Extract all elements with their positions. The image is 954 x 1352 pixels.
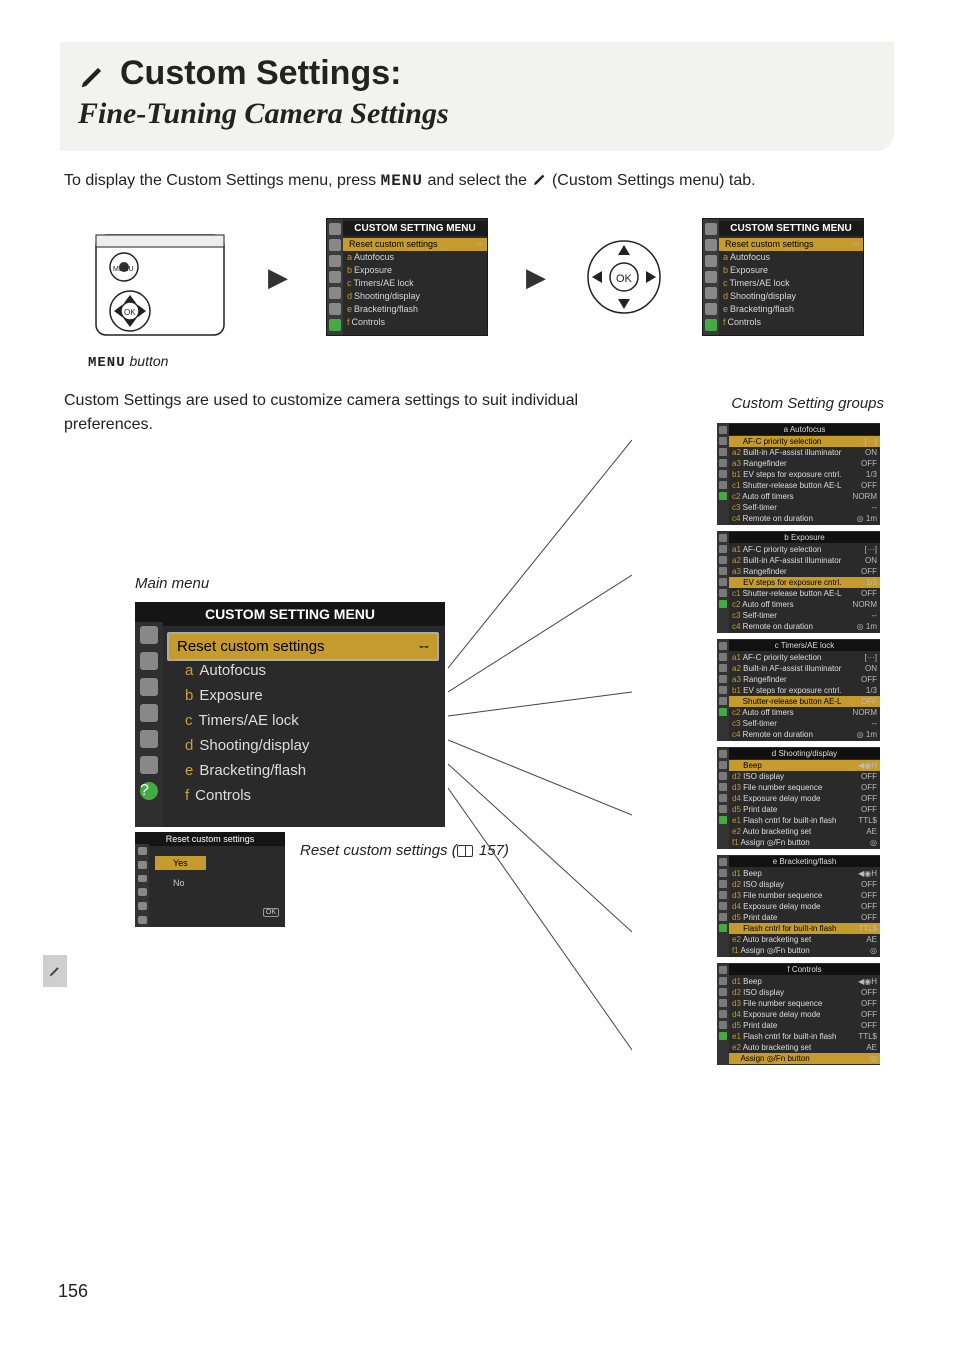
- connector-lines: [448, 430, 632, 1150]
- reset-no: No: [155, 876, 203, 890]
- reset-caption: Reset custom settings ( 157): [300, 842, 509, 859]
- arrow-icon: ▶: [526, 262, 546, 293]
- menu-key-label: MENU: [381, 172, 423, 190]
- page-number: 156: [58, 1281, 88, 1302]
- reset-yes: Yes: [155, 856, 206, 870]
- svg-text:OK: OK: [616, 273, 633, 285]
- settings-group-panel: c Timers/AE locka1 AF-C priority selecti…: [717, 639, 880, 741]
- reset-dialog: Reset custom settings Yes No OK: [135, 832, 285, 927]
- lcd-custom-menu-1: CUSTOM SETTING MENU Reset custom setting…: [326, 218, 488, 336]
- page-side-tab: [43, 955, 67, 987]
- svg-text:OK: OK: [124, 308, 136, 317]
- book-icon: [457, 845, 473, 857]
- title-block: Custom Settings: Fine-Tuning Camera Sett…: [60, 42, 894, 151]
- pencil-icon: [532, 171, 548, 187]
- settings-group-panel: a Autofocusa1 AF-C priority selection[··…: [717, 423, 880, 525]
- arrow-icon: ▶: [268, 262, 288, 293]
- camera-back-illustration: MENU OK: [90, 207, 230, 347]
- intro-text: To display the Custom Settings menu, pre…: [64, 169, 890, 193]
- settings-group-panel: e Bracketing/flashd1 Beep◀◉Hd2 ISO displ…: [717, 855, 880, 957]
- figure-row: MENU OK ▶ CUSTOM SETTING MENU Reset cust…: [90, 207, 864, 347]
- settings-group-column: a Autofocusa1 AF-C priority selection[··…: [717, 423, 880, 1071]
- main-menu-label: Main menu: [135, 575, 209, 592]
- main-menu-panel: CUSTOM SETTING MENU ? Reset custom setti…: [135, 602, 445, 827]
- page-subtitle: Fine-Tuning Camera Settings: [78, 97, 874, 131]
- settings-group-panel: b Exposurea1 AF-C priority selection[···…: [717, 531, 880, 633]
- groups-label: Custom Setting groups: [731, 395, 884, 412]
- intro2-text: Custom Settings are used to customize ca…: [64, 389, 614, 437]
- menu-button-caption: MENU button: [88, 353, 894, 371]
- ok-multiselector-illustration: OK: [584, 237, 664, 317]
- pencil-icon: [78, 61, 108, 91]
- settings-group-panel: d Shooting/displayd1 Beep◀◉Hd2 ISO displ…: [717, 747, 880, 849]
- svg-text:MENU: MENU: [113, 266, 134, 273]
- settings-group-panel: f Controlsd1 Beep◀◉Hd2 ISO displayOFFd3 …: [717, 963, 880, 1065]
- ok-indicator: OK: [263, 908, 279, 917]
- pencil-icon: [48, 964, 62, 978]
- page-title: Custom Settings:: [120, 54, 401, 93]
- lcd-custom-menu-2: CUSTOM SETTING MENU Reset custom setting…: [702, 218, 864, 336]
